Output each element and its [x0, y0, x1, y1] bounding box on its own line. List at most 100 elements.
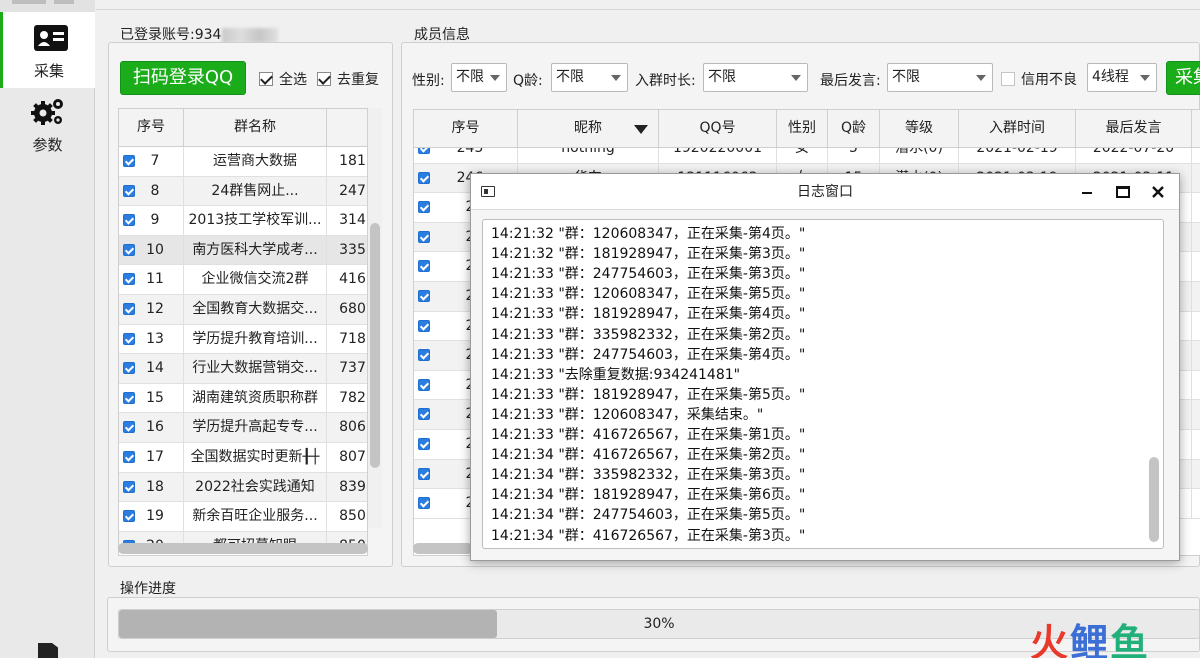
group-name: 学历提升高起专专... [184, 413, 327, 442]
row-checkbox[interactable] [123, 332, 135, 345]
group-row[interactable]: 17 全国数据实时更新╂┼ 807 [119, 443, 367, 473]
watermark-logo: 火鲤鱼 [1030, 612, 1150, 658]
group-no: 11 [146, 271, 164, 288]
group-vscroll-thumb[interactable] [370, 223, 380, 468]
row-checkbox[interactable] [123, 273, 135, 286]
row-checkbox[interactable] [123, 480, 135, 493]
col-header-nickname[interactable]: 昵称 [518, 110, 659, 147]
row-checkbox[interactable] [418, 378, 430, 391]
row-checkbox[interactable] [418, 171, 430, 184]
last-speak-select[interactable]: 不限 [887, 63, 993, 92]
bad-credit-label: 信用不良 [1021, 72, 1077, 88]
member-row[interactable]: 245 nothing 1920220001 女 5 潜水(0) 2021-02-19 202… [414, 148, 1200, 164]
threads-select[interactable]: 4线程 [1087, 63, 1157, 92]
nav-label-collect: 采集 [33, 62, 64, 80]
row-checkbox[interactable] [123, 243, 135, 256]
log-vscroll-thumb[interactable] [1149, 457, 1159, 542]
row-checkbox[interactable] [418, 319, 430, 332]
select-all-checkbox[interactable]: 全选 [259, 69, 307, 89]
nav-item-params[interactable]: 参数 [0, 88, 95, 164]
row-checkbox[interactable] [418, 230, 430, 243]
row-checkbox[interactable] [123, 303, 135, 315]
row-checkbox[interactable] [123, 421, 135, 434]
group-row[interactable]: 16 学历提升高起专专... 806 [119, 413, 367, 443]
row-checkbox[interactable] [418, 349, 430, 362]
close-icon [1152, 186, 1164, 198]
group-name: 学历提升教育培训... [184, 324, 327, 354]
nav-item-collect[interactable]: 采集 [0, 12, 95, 88]
minimize-button[interactable] [1077, 182, 1097, 202]
group-row[interactable]: 11 企业微信交流2群 416 [119, 265, 367, 295]
last-speak-label: 最后发言: [820, 73, 881, 89]
dedupe-checkbox[interactable]: 去重复 [317, 69, 379, 89]
row-checkbox[interactable] [418, 290, 430, 302]
col-header-no[interactable]: 序号 [119, 109, 184, 146]
row-checkbox[interactable] [123, 184, 135, 197]
log-line: 14:21:33 "群：416726567，正在采集-第1页。" [491, 427, 806, 443]
row-checkbox[interactable] [123, 391, 135, 404]
bad-credit-check-icon[interactable] [1001, 71, 1015, 86]
close-button[interactable] [1148, 182, 1168, 202]
group-row[interactable]: 8 24群售网止... 247 [119, 176, 367, 207]
select-all-check-icon[interactable] [259, 71, 273, 86]
row-checkbox[interactable] [418, 408, 430, 421]
member-hscroll-thumb[interactable] [413, 543, 473, 554]
gender-label: 性别: [412, 73, 445, 89]
gender-select[interactable]: 不限 [451, 63, 507, 92]
group-no-cell: 16 [119, 413, 184, 442]
scan-login-button[interactable]: 扫码登录QQ [120, 61, 246, 95]
maximize-button[interactable] [1113, 182, 1133, 202]
account-label: 已登录账号:934 [120, 24, 279, 44]
group-row[interactable]: 7 运营商大数据 181 [119, 147, 367, 177]
row-checkbox[interactable] [418, 497, 430, 510]
group-no-cell: 15 [119, 383, 184, 413]
collect-button[interactable]: 采集 [1166, 61, 1200, 95]
col-header-qq[interactable]: QQ号 [659, 110, 777, 147]
row-checkbox[interactable] [418, 201, 430, 214]
group-row[interactable]: 9 2013技工学校军训... 314 [119, 206, 367, 236]
bad-credit-checkbox[interactable]: 信用不良 [1001, 69, 1077, 89]
group-row[interactable]: 13 学历提升教育培训... 718 [119, 324, 367, 355]
dedupe-check-icon[interactable] [317, 71, 331, 86]
col-header-sex[interactable]: 性别 [777, 110, 828, 147]
log-text-area[interactable]: 14:21:32 "群：120608347，正在采集-第4页。" 14:21:32… [482, 219, 1164, 549]
group-hscroll-thumb[interactable] [118, 543, 368, 554]
group-no-cell: 9 [119, 206, 184, 235]
group-vscroll[interactable] [368, 108, 382, 528]
document-icon[interactable] [38, 643, 58, 658]
col-header-group-name[interactable]: 群名称 [184, 109, 327, 146]
group-row[interactable]: 19 新余百旺企业服务... 850 [119, 502, 367, 532]
col-header-extra[interactable] [327, 109, 367, 146]
member-last: 2022-07-20 [1076, 148, 1192, 163]
row-checkbox[interactable] [418, 148, 430, 154]
row-checkbox[interactable] [123, 214, 135, 227]
row-checkbox[interactable] [123, 362, 135, 375]
row-checkbox[interactable] [418, 260, 430, 273]
row-checkbox[interactable] [418, 467, 430, 480]
group-row[interactable]: 10 南方医科大学成考... 335 [119, 235, 367, 266]
row-checkbox[interactable] [123, 155, 135, 167]
col-header-qage[interactable]: Q龄 [828, 110, 880, 147]
group-row[interactable]: 14 行业大数据营销交... 737 [119, 354, 367, 384]
group-no: 18 [146, 478, 164, 495]
join-duration-label: 入群时长: [635, 73, 696, 89]
col-header-member-no[interactable]: 序号 [414, 110, 518, 147]
qage-select[interactable]: 不限 [551, 63, 628, 92]
col-header-last-speak[interactable]: 最后发言 [1076, 110, 1192, 147]
group-row[interactable]: 15 湖南建筑资质职称群 782 [119, 383, 367, 414]
row-checkbox[interactable] [123, 510, 135, 523]
group-no: 17 [146, 449, 164, 465]
group-row[interactable]: 12 全国教育大数据交... 680 [119, 295, 367, 325]
group-no: 10 [146, 241, 164, 258]
row-checkbox[interactable] [418, 438, 430, 450]
col-header-level[interactable]: 等级 [880, 110, 959, 147]
member-qage: 5 [828, 148, 880, 163]
group-no-cell: 14 [119, 354, 184, 383]
log-line: 14:21:33 "群：247754603，正在采集-第3页。" [491, 266, 806, 283]
row-checkbox[interactable] [123, 451, 135, 463]
join-duration-select[interactable]: 不限 [703, 63, 808, 92]
log-title: 日志窗口 [797, 184, 853, 200]
group-row[interactable]: 18 2022社会实践通知 839 [119, 472, 367, 503]
col-header-join-time[interactable]: 入群时间 [959, 110, 1076, 147]
log-titlebar[interactable]: 日志窗口 [471, 174, 1179, 210]
